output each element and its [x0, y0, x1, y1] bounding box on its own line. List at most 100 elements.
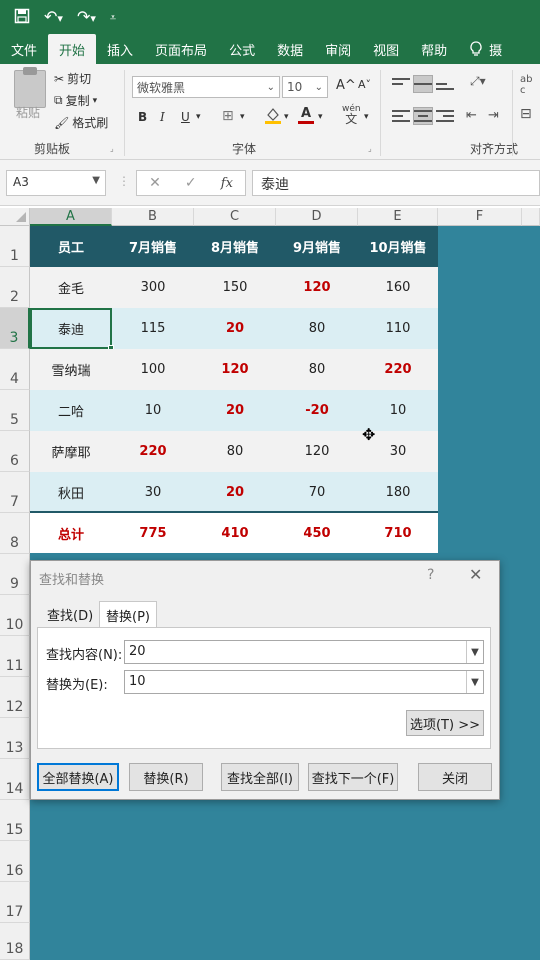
- row-header-13[interactable]: 13: [0, 718, 30, 759]
- total-cell[interactable]: 总计: [30, 513, 112, 553]
- total-cell[interactable]: 710: [358, 513, 438, 553]
- row-header-7[interactable]: 7: [0, 472, 30, 513]
- table-cell[interactable]: 萨摩耶: [30, 431, 112, 472]
- table-header-cell[interactable]: 7月销售: [112, 226, 194, 267]
- row-header-12[interactable]: 12: [0, 677, 30, 718]
- row-header-14[interactable]: 14: [0, 759, 30, 800]
- row-header-6[interactable]: 6: [0, 431, 30, 472]
- row-header-9[interactable]: 9: [0, 554, 30, 595]
- table-cell[interactable]: 20: [194, 308, 276, 349]
- format-painter-button[interactable]: 🖌 格式刷: [54, 114, 108, 131]
- fill-color-icon[interactable]: [264, 106, 282, 124]
- paste-icon[interactable]: [14, 67, 46, 108]
- dialog-launcher-icon[interactable]: ⌟: [368, 144, 372, 153]
- insert-function-icon[interactable]: fx: [221, 176, 233, 191]
- align-right-icon[interactable]: [436, 108, 454, 124]
- table-cell[interactable]: 80: [276, 308, 358, 349]
- redo-icon[interactable]: ↷▾: [77, 9, 96, 25]
- tab-file[interactable]: 文件: [0, 34, 48, 64]
- close-button[interactable]: 关闭: [418, 763, 492, 791]
- table-cell[interactable]: 300: [112, 267, 194, 308]
- tab-insert[interactable]: 插入: [96, 34, 144, 64]
- table-header-cell[interactable]: 9月销售: [276, 226, 358, 267]
- find-all-button[interactable]: 查找全部(I): [221, 763, 299, 791]
- chevron-down-icon[interactable]: ▼: [466, 671, 483, 693]
- align-middle-icon[interactable]: [413, 75, 433, 93]
- tab-replace[interactable]: 替换(P): [99, 601, 157, 627]
- tab-formulas[interactable]: 公式: [218, 34, 266, 64]
- cut-button[interactable]: ✂ 剪切: [54, 70, 91, 87]
- table-cell[interactable]: 70: [276, 472, 358, 512]
- italic-button[interactable]: I: [160, 110, 165, 124]
- underline-button[interactable]: U: [181, 110, 190, 124]
- formula-input[interactable]: 泰迪: [252, 170, 540, 196]
- find-next-button[interactable]: 查找下一个(F): [308, 763, 398, 791]
- table-cell[interactable]: 20: [194, 390, 276, 431]
- replace-button[interactable]: 替换(R): [129, 763, 203, 791]
- table-cell[interactable]: 150: [194, 267, 276, 308]
- row-header-18[interactable]: 18: [0, 923, 30, 960]
- enter-icon[interactable]: ✓: [185, 175, 197, 191]
- row-header-3[interactable]: 3: [0, 308, 30, 349]
- table-cell[interactable]: 220: [358, 349, 438, 390]
- border-icon[interactable]: ⊞: [222, 108, 234, 124]
- table-cell[interactable]: 80: [276, 349, 358, 390]
- tab-home[interactable]: 开始: [48, 34, 97, 64]
- table-cell[interactable]: 220: [112, 431, 194, 472]
- tab-help[interactable]: 帮助: [410, 34, 458, 64]
- table-cell[interactable]: 115: [112, 308, 194, 349]
- align-top-icon[interactable]: [392, 76, 410, 92]
- name-box[interactable]: A3 ▼: [6, 170, 106, 196]
- total-cell[interactable]: 775: [112, 513, 194, 553]
- column-header-e[interactable]: E: [358, 208, 438, 226]
- merge-cells-icon[interactable]: ⊟: [520, 106, 532, 122]
- customize-icon[interactable]: ⩡: [110, 12, 116, 23]
- table-cell[interactable]: 180: [358, 472, 438, 512]
- tab-find[interactable]: 查找(D): [41, 601, 99, 627]
- table-header-cell[interactable]: 10月销售: [358, 226, 438, 267]
- table-cell[interactable]: 160: [358, 267, 438, 308]
- align-center-icon[interactable]: [413, 107, 433, 125]
- table-cell[interactable]: 30: [112, 472, 194, 512]
- copy-button[interactable]: ⧉ 复制 ▾: [54, 92, 97, 109]
- table-cell[interactable]: -20: [276, 390, 358, 431]
- selected-cell-a3[interactable]: 泰迪: [30, 308, 112, 349]
- cancel-icon[interactable]: ✕: [149, 175, 161, 191]
- wrap-text-icon[interactable]: ab c: [520, 74, 540, 96]
- replace-input[interactable]: 10 ▼: [124, 670, 484, 694]
- column-header-d[interactable]: D: [276, 208, 358, 226]
- grow-font-button[interactable]: A^: [336, 78, 356, 93]
- row-header-16[interactable]: 16: [0, 841, 30, 882]
- table-cell[interactable]: 100: [112, 349, 194, 390]
- row-header-10[interactable]: 10: [0, 595, 30, 636]
- column-header-c[interactable]: C: [194, 208, 276, 226]
- undo-icon[interactable]: ↶▾: [44, 9, 63, 25]
- paste-button[interactable]: 粘贴: [16, 104, 40, 121]
- bold-button[interactable]: B: [138, 110, 147, 124]
- tab-page-layout[interactable]: 页面布局: [144, 34, 218, 64]
- align-bottom-icon[interactable]: [436, 76, 454, 92]
- increase-indent-icon[interactable]: ⇥: [488, 108, 499, 123]
- dialog-launcher-icon[interactable]: ⌟: [110, 144, 114, 153]
- table-cell[interactable]: 10: [112, 390, 194, 431]
- column-header-g[interactable]: [522, 208, 540, 226]
- tell-me-search[interactable]: 摄: [458, 34, 513, 64]
- font-name-select[interactable]: 微软雅黑 ⌄: [132, 76, 280, 98]
- total-cell[interactable]: 450: [276, 513, 358, 553]
- decrease-indent-icon[interactable]: ⇤: [466, 108, 477, 123]
- align-left-icon[interactable]: [392, 108, 410, 124]
- select-all-corner[interactable]: [0, 208, 30, 226]
- table-header-cell[interactable]: 员工: [30, 226, 112, 267]
- column-header-f[interactable]: F: [438, 208, 522, 226]
- row-header-11[interactable]: 11: [0, 636, 30, 677]
- table-cell[interactable]: 110: [358, 308, 438, 349]
- table-header-cell[interactable]: 8月销售: [194, 226, 276, 267]
- row-header-5[interactable]: 5: [0, 390, 30, 431]
- table-cell[interactable]: 20: [194, 472, 276, 512]
- table-cell[interactable]: 秋田: [30, 472, 112, 512]
- row-header-15[interactable]: 15: [0, 800, 30, 841]
- table-cell[interactable]: 120: [194, 349, 276, 390]
- total-cell[interactable]: 410: [194, 513, 276, 553]
- options-button[interactable]: 选项(T) >>: [406, 710, 484, 736]
- column-header-b[interactable]: B: [112, 208, 194, 226]
